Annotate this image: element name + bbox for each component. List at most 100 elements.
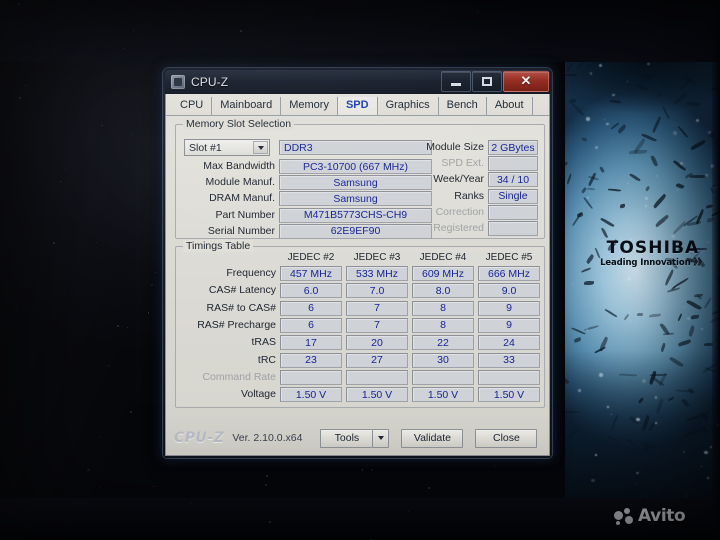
timings-cell-trc-3: 30 <box>412 352 474 368</box>
screen-top-dark-band <box>0 0 720 62</box>
timings-cell-voltage-1: 1.50 V <box>280 387 342 403</box>
memory-slot-selection-legend: Memory Slot Selection <box>183 118 295 130</box>
timings-label-command-rate: Command Rate <box>202 370 276 383</box>
desktop-wallpaper-underwater <box>565 60 720 500</box>
memory-slot-selection-group: Memory Slot Selection Slot #1 DDR3 Max B… <box>175 118 545 239</box>
label-module-manuf: Module Manuf. <box>205 176 275 189</box>
maximize-button[interactable] <box>472 70 502 92</box>
timings-cell-command-rate-1 <box>280 369 342 385</box>
chevron-down-icon <box>257 145 264 150</box>
timings-table-group: Timings Table JEDEC #2 JEDEC #3 JEDEC #4 JE… <box>175 240 545 408</box>
timings-cell-frequency-3: 609 MHz <box>412 266 474 281</box>
minimize-icon <box>451 82 461 86</box>
chevron-down-icon <box>377 436 384 440</box>
timings-cell-cas-latency-3: 8.0 <box>412 283 474 299</box>
toshiba-tagline: Leading Innovation 》》 <box>600 258 706 268</box>
tab-bench[interactable]: Bench <box>439 97 487 115</box>
timings-cell-ras-to-cas-2: 7 <box>346 300 408 316</box>
timings-cell-voltage-4: 1.50 V <box>478 387 540 403</box>
timings-cell-ras-precharge-4: 9 <box>478 317 540 333</box>
timings-cell-tras-4: 24 <box>478 335 540 351</box>
cpu-chip-icon <box>171 75 185 89</box>
value-ranks: Single <box>488 188 538 204</box>
close-dialog-button[interactable]: Close <box>475 428 538 448</box>
timings-cell-frequency-1: 457 MHz <box>280 266 342 281</box>
value-registered <box>488 221 538 236</box>
timings-label-tras: tRAS <box>251 336 276 349</box>
slot-select-value: Slot #1 <box>189 141 222 154</box>
screen-bottom-dark-band <box>0 498 720 540</box>
timings-cell-ras-precharge-1: 6 <box>280 317 342 333</box>
window-client-area: CPU Mainboard Memory SPD Graphics Bench About … <box>165 94 550 456</box>
timings-cell-tras-1: 17 <box>280 335 342 351</box>
wallpaper-canopy-shade <box>565 60 720 141</box>
timings-header-4: JEDEC #5 <box>485 252 533 263</box>
timings-table-legend: Timings Table <box>183 240 254 252</box>
slot-select[interactable]: Slot #1 <box>184 139 270 156</box>
timings-cell-voltage-2: 1.50 V <box>346 387 408 403</box>
timings-cell-command-rate-3 <box>412 369 474 385</box>
tab-about[interactable]: About <box>487 97 533 115</box>
cpuz-brand-label: CPU-Z <box>174 430 225 446</box>
timings-cell-tras-3: 22 <box>412 335 474 351</box>
timings-cell-trc-1: 23 <box>280 352 342 368</box>
tab-cpu[interactable]: CPU <box>171 97 213 115</box>
tab-memory[interactable]: Memory <box>281 97 338 115</box>
minimize-button[interactable] <box>441 70 471 92</box>
timings-label-cas-latency: CAS# Latency <box>208 284 276 297</box>
timings-cell-frequency-2: 533 MHz <box>346 266 408 281</box>
validate-button[interactable]: Validate <box>401 428 464 448</box>
tab-graphics[interactable]: Graphics <box>378 97 439 115</box>
tab-mainboard[interactable]: Mainboard <box>212 97 282 115</box>
value-spd-ext <box>488 156 538 172</box>
label-serial-number: Serial Number <box>207 224 275 237</box>
close-button[interactable]: ✕ <box>503 70 549 92</box>
slot-select-arrow[interactable] <box>253 141 268 154</box>
tools-button[interactable]: Tools <box>320 428 373 448</box>
timings-label-voltage: Voltage <box>240 388 276 401</box>
timings-cell-frequency-4: 666 MHz <box>478 266 540 281</box>
label-part-number: Part Number <box>215 208 275 221</box>
label-correction: Correction <box>435 205 484 218</box>
timings-cell-cas-latency-4: 9.0 <box>478 283 540 299</box>
toshiba-wordmark: TOSHIBA <box>606 238 700 258</box>
timings-cell-voltage-3: 1.50 V <box>412 387 474 403</box>
timings-label-ras-precharge: RAS# Precharge <box>197 318 276 331</box>
timings-cell-ras-to-cas-1: 6 <box>280 300 342 316</box>
toshiba-wallpaper-logo: TOSHIBA Leading Innovation 》》 <box>592 239 714 269</box>
timings-label-frequency: Frequency <box>226 267 276 279</box>
timings-cell-command-rate-2 <box>346 369 408 385</box>
maximize-icon <box>482 76 492 86</box>
value-correction <box>488 204 538 220</box>
window-titlebar[interactable]: CPU-Z ✕ <box>165 70 550 94</box>
avito-watermark-text: Avito <box>638 506 686 526</box>
timings-cell-ras-precharge-2: 7 <box>346 317 408 333</box>
label-module-size: Module Size <box>426 141 484 153</box>
timings-cell-ras-precharge-3: 8 <box>412 317 474 333</box>
timings-label-ras-to-cas: RAS# to CAS# <box>206 301 276 314</box>
timings-cell-ras-to-cas-4: 9 <box>478 300 540 316</box>
timings-cell-trc-2: 27 <box>346 352 408 368</box>
timings-cell-ras-to-cas-3: 8 <box>412 300 474 316</box>
window-controls[interactable]: ✕ <box>441 70 549 92</box>
tab-bar[interactable]: CPU Mainboard Memory SPD Graphics Bench About <box>166 94 549 116</box>
avito-dots-icon <box>614 507 634 525</box>
tab-spd[interactable]: SPD <box>337 97 378 115</box>
value-week-year: 34 / 10 <box>488 172 538 188</box>
screen-right-edge <box>712 0 720 540</box>
cpuz-window[interactable]: CPU-Z ✕ CPU Mainboard Memory SPD Graphics Ben… <box>163 68 552 458</box>
label-week-year: Week/Year <box>433 173 484 186</box>
timings-cell-tras-2: 20 <box>346 335 408 351</box>
timings-header-1: JEDEC #2 <box>287 252 335 263</box>
label-dram-manuf: DRAM Manuf. <box>209 192 275 205</box>
timings-cell-trc-4: 33 <box>478 352 540 368</box>
avito-watermark: Avito <box>614 506 686 526</box>
label-registered: Registered <box>433 222 484 234</box>
tools-dropdown-button[interactable] <box>372 428 390 448</box>
label-ranks: Ranks <box>454 189 484 202</box>
timings-header-3: JEDEC #4 <box>419 252 467 263</box>
label-max-bandwidth: Max Bandwidth <box>203 160 275 172</box>
timings-cell-command-rate-4 <box>478 369 540 385</box>
bottom-bar: CPU-Z Ver. 2.10.0.x64 Tools Validate Clo… <box>166 421 549 455</box>
timings-label-trc: tRC <box>257 353 276 366</box>
